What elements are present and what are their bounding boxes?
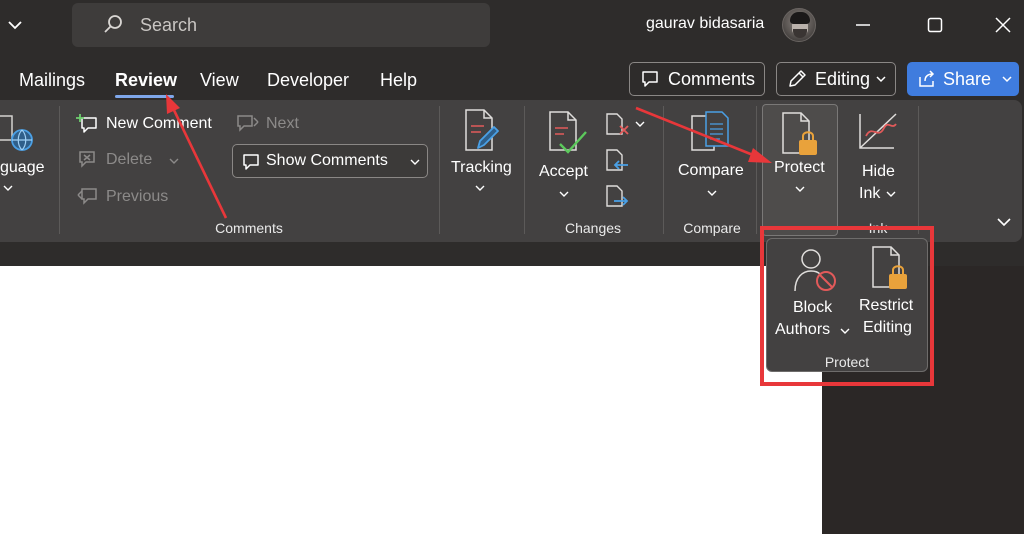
chevron-down-icon[interactable] xyxy=(1001,73,1013,85)
new-comment-button[interactable]: New Comment xyxy=(106,115,212,133)
compare-group-label: Compare xyxy=(683,220,741,236)
search-box[interactable]: Search xyxy=(72,3,490,47)
delete-comment-icon xyxy=(79,151,95,168)
group-separator xyxy=(59,106,60,234)
editing-button-label: Editing xyxy=(815,68,871,89)
avatar[interactable] xyxy=(782,8,816,42)
ribbon-expand-icon[interactable] xyxy=(994,212,1014,232)
accept-button[interactable]: Accept xyxy=(539,163,588,181)
active-tab-indicator xyxy=(115,95,174,98)
comment-icon xyxy=(642,71,658,87)
comments-button-label: Comments xyxy=(668,68,756,89)
changes-group-label: Changes xyxy=(564,220,622,236)
avatar-hair xyxy=(790,12,810,24)
share-icon xyxy=(919,70,935,87)
chevron-down-icon xyxy=(559,191,569,197)
minimize-icon[interactable] xyxy=(850,12,876,38)
avatar-beard xyxy=(793,29,807,38)
chevron-down-icon[interactable] xyxy=(4,14,26,36)
new-comment-icon xyxy=(76,114,97,133)
next-comment-button[interactable]: Next xyxy=(266,115,299,133)
chevron-down-icon xyxy=(475,185,485,191)
chevron-down-icon xyxy=(635,121,645,127)
next-change-icon[interactable] xyxy=(604,184,630,210)
chevron-down-icon xyxy=(795,186,805,192)
tab-help[interactable]: Help xyxy=(380,70,417,91)
group-separator xyxy=(756,106,757,234)
editing-mode-button[interactable]: Editing xyxy=(776,62,896,96)
chevron-down-icon xyxy=(3,185,13,191)
close-icon[interactable] xyxy=(990,12,1016,38)
hide-ink-icon[interactable] xyxy=(856,110,900,154)
chevron-down-icon xyxy=(169,158,179,164)
chevron-down-icon xyxy=(886,191,896,197)
annotation-highlight-box xyxy=(760,226,934,386)
tab-review[interactable]: Review xyxy=(115,70,177,91)
ribbon: guage New Comment Delete Previous Next S… xyxy=(0,100,1022,242)
previous-comment-icon xyxy=(77,188,97,205)
tab-mailings[interactable]: Mailings xyxy=(19,70,85,91)
previous-comment-button[interactable]: Previous xyxy=(106,188,168,206)
document-page[interactable] xyxy=(0,266,822,534)
chevron-down-icon xyxy=(410,159,420,165)
chevron-down-icon xyxy=(876,76,886,83)
protect-label: Protect xyxy=(774,159,825,176)
group-separator xyxy=(663,106,664,234)
ribbon-tabs: Mailings Review View Developer Help xyxy=(0,62,640,98)
tab-developer[interactable]: Developer xyxy=(267,70,349,91)
language-icon[interactable] xyxy=(0,112,36,152)
tab-view[interactable]: View xyxy=(200,70,239,91)
search-placeholder: Search xyxy=(140,14,198,35)
show-comments-button[interactable]: Show Comments xyxy=(232,144,428,178)
share-button[interactable]: Share xyxy=(907,62,1019,96)
hide-ink-label-hide[interactable]: Hide xyxy=(862,163,895,181)
user-name[interactable]: gaurav bidasaria xyxy=(646,15,764,33)
compare-icon[interactable] xyxy=(690,110,734,154)
tracking-icon[interactable] xyxy=(462,108,502,152)
comments-group-label: Comments xyxy=(215,220,283,236)
document-lock-icon xyxy=(782,112,817,155)
group-separator xyxy=(918,106,919,234)
show-comments-label: Show Comments xyxy=(266,152,388,169)
tracking-button[interactable]: Tracking xyxy=(451,159,512,177)
language-label[interactable]: guage xyxy=(0,159,45,177)
word-window: Search gaurav bidasaria Mailings Review … xyxy=(0,0,1024,534)
share-button-label: Share xyxy=(943,68,992,89)
maximize-icon[interactable] xyxy=(922,12,948,38)
reject-change-icon[interactable] xyxy=(604,112,630,138)
accept-change-icon[interactable] xyxy=(546,110,588,156)
comments-button[interactable]: Comments xyxy=(629,62,765,96)
group-separator xyxy=(439,106,440,234)
next-comment-icon xyxy=(237,115,259,132)
protect-button[interactable]: Protect xyxy=(762,104,838,236)
previous-change-icon[interactable] xyxy=(604,148,630,174)
pencil-icon xyxy=(789,70,806,87)
search-icon xyxy=(104,15,122,33)
title-bar: Search gaurav bidasaria xyxy=(0,0,1024,52)
chevron-down-icon xyxy=(707,190,717,196)
delete-comment-button[interactable]: Delete xyxy=(106,151,152,169)
compare-button[interactable]: Compare xyxy=(678,162,744,180)
comment-icon xyxy=(243,154,259,170)
group-separator xyxy=(524,106,525,234)
hide-ink-label-ink[interactable]: Ink xyxy=(859,185,880,203)
